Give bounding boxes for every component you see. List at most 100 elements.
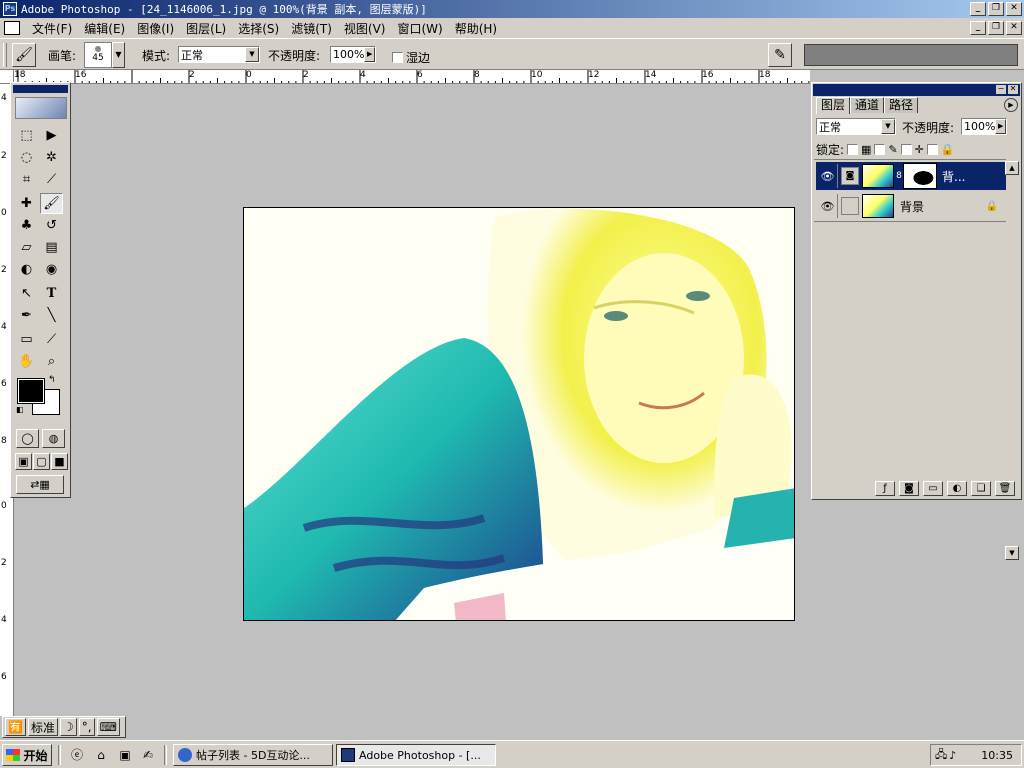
palette-minimize-button[interactable]: − bbox=[996, 85, 1006, 94]
doc-restore-button[interactable]: ❐ bbox=[988, 21, 1004, 35]
palette-close-button[interactable]: ✕ bbox=[1008, 85, 1018, 94]
history-brush-tool-icon[interactable]: ↺ bbox=[40, 215, 63, 236]
wet-edges-option[interactable]: 湿边 bbox=[392, 49, 430, 66]
screen-mode-menu-icon[interactable]: ▢ bbox=[33, 453, 50, 470]
clone-stamp-tool-icon[interactable]: ♣ bbox=[15, 215, 38, 236]
blur-tool-icon[interactable]: ◐ bbox=[15, 259, 38, 280]
internet-explorer-icon[interactable]: ⓔ bbox=[68, 746, 86, 764]
path-selection-tool-icon[interactable]: ↖ bbox=[15, 283, 38, 304]
eraser-tool-icon[interactable]: ▱ bbox=[15, 237, 38, 258]
menu-layer[interactable]: 图层(L) bbox=[180, 20, 232, 37]
chevron-down-icon[interactable]: ▼ bbox=[245, 47, 259, 62]
layer-opacity-input[interactable]: 100% ▶ bbox=[961, 118, 1007, 135]
desktop-icon[interactable]: ▣ bbox=[116, 746, 134, 764]
document-icon[interactable] bbox=[4, 21, 20, 35]
brush-tool-icon[interactable]: 🖌 bbox=[40, 193, 63, 214]
hand-tool-icon[interactable]: ✋ bbox=[15, 351, 38, 372]
layer-link-cell[interactable] bbox=[841, 197, 859, 215]
layer-style-icon[interactable]: ƒ bbox=[875, 481, 895, 496]
magic-wand-tool-icon[interactable]: ✲ bbox=[40, 147, 63, 168]
airbrush-toggle-icon[interactable]: ✎ bbox=[768, 43, 792, 67]
standard-mode-icon[interactable]: ◯ bbox=[16, 429, 39, 448]
marquee-tool-icon[interactable]: ⬚ bbox=[15, 125, 38, 146]
brush-dropdown-arrow[interactable]: ▼ bbox=[112, 42, 125, 68]
adjustment-layer-icon[interactable]: ◐ bbox=[947, 481, 967, 496]
jump-to-imageready-icon[interactable]: ⇄▦ bbox=[16, 475, 64, 494]
quick-mask-mode-icon[interactable]: ◍ bbox=[42, 429, 65, 448]
notepad-icon[interactable]: ✍ bbox=[139, 746, 157, 764]
pen-tool-icon[interactable]: ✒ bbox=[15, 305, 38, 326]
network-icon[interactable]: ⌂ bbox=[92, 746, 110, 764]
trash-icon[interactable]: 🗑 bbox=[995, 481, 1015, 496]
layers-title-bar[interactable]: − ✕ bbox=[813, 84, 1020, 96]
mode-select[interactable]: 正常 ▼ bbox=[178, 46, 260, 63]
line-tool-icon[interactable]: ╲ bbox=[40, 305, 63, 326]
healing-brush-tool-icon[interactable]: ✚ bbox=[15, 193, 38, 214]
tab-layers[interactable]: 图层 bbox=[816, 97, 851, 114]
layers-scrollbar[interactable]: ▲ ▼ bbox=[1005, 161, 1019, 561]
scroll-down-icon[interactable]: ▼ bbox=[1005, 546, 1019, 560]
scroll-up-icon[interactable]: ▲ bbox=[1005, 161, 1019, 175]
foreground-color-swatch[interactable] bbox=[17, 378, 45, 404]
ime-logo-icon[interactable]: 🈶 bbox=[5, 718, 26, 736]
notes-tool-icon[interactable]: ▭ bbox=[15, 329, 38, 350]
palette-well[interactable] bbox=[804, 44, 1018, 66]
type-tool-icon[interactable]: T bbox=[40, 283, 63, 304]
default-colors-icon[interactable]: ◧ bbox=[16, 405, 24, 414]
eye-icon[interactable]: 👁 bbox=[818, 164, 838, 188]
move-tool-icon[interactable]: ▶ bbox=[40, 125, 63, 146]
brush-tool-preset-icon[interactable]: 🖌 bbox=[12, 43, 36, 67]
lasso-tool-icon[interactable]: ◌ bbox=[15, 147, 38, 168]
new-layer-icon[interactable]: ❏ bbox=[971, 481, 991, 496]
punctuation-icon[interactable]: °, bbox=[78, 718, 95, 736]
image-canvas[interactable] bbox=[243, 207, 795, 621]
horizontal-ruler[interactable]: 18 16 2 0 2 4 6 8 10 12 14 16 18 bbox=[14, 70, 810, 84]
swap-colors-icon[interactable]: ↰ bbox=[48, 375, 56, 385]
clock[interactable]: 10:35 bbox=[981, 749, 1013, 762]
menu-edit[interactable]: 编辑(E) bbox=[78, 20, 131, 37]
minimize-button[interactable]: _ bbox=[970, 2, 986, 16]
menu-help[interactable]: 帮助(H) bbox=[449, 20, 503, 37]
chevron-down-icon[interactable]: ▼ bbox=[881, 119, 895, 134]
opacity-input[interactable]: 100% ▶ bbox=[330, 46, 376, 63]
layer-mask-thumbnail[interactable] bbox=[903, 163, 937, 189]
slice-tool-icon[interactable]: ⟋ bbox=[40, 169, 63, 190]
layer-row-background[interactable]: 👁 背景 🔒 bbox=[816, 192, 1006, 220]
chevron-right-icon[interactable]: ▶ bbox=[995, 119, 1006, 134]
menu-image[interactable]: 图像(I) bbox=[131, 20, 180, 37]
doc-minimize-button[interactable]: _ bbox=[970, 21, 986, 35]
eyedropper-tool-icon[interactable]: ⟋ bbox=[40, 329, 63, 350]
ime-mode-button[interactable]: 标准 bbox=[27, 718, 58, 736]
lock-position-checkbox[interactable] bbox=[900, 144, 912, 155]
soft-keyboard-icon[interactable]: ⌨ bbox=[96, 718, 120, 736]
menu-filter[interactable]: 滤镜(T) bbox=[285, 20, 338, 37]
zoom-tool-icon[interactable]: ⌕ bbox=[40, 351, 63, 372]
title-bar[interactable]: Ps Adobe Photoshop - [24_1146006_1.jpg @… bbox=[0, 0, 1024, 18]
layer-row-background-copy[interactable]: 👁 ◙ 8 背... bbox=[816, 162, 1006, 190]
gradient-tool-icon[interactable]: ▤ bbox=[40, 237, 63, 258]
half-width-moon-icon[interactable]: ☽ bbox=[59, 718, 77, 736]
menu-select[interactable]: 选择(S) bbox=[232, 20, 285, 37]
dodge-tool-icon[interactable]: ◉ bbox=[40, 259, 63, 280]
task-photoshop-window[interactable]: Adobe Photoshop - [... bbox=[336, 744, 496, 766]
close-button[interactable]: ✕ bbox=[1006, 2, 1022, 16]
tab-channels[interactable]: 通道 bbox=[850, 97, 885, 113]
add-mask-icon[interactable]: ◙ bbox=[899, 481, 919, 496]
tab-paths[interactable]: 路径 bbox=[884, 97, 919, 113]
menu-view[interactable]: 视图(V) bbox=[338, 20, 392, 37]
lock-pixels-checkbox[interactable] bbox=[874, 144, 886, 155]
lock-all-checkbox[interactable] bbox=[926, 144, 938, 155]
crop-tool-icon[interactable]: ⌗ bbox=[15, 169, 38, 190]
volume-tray-icon[interactable]: ♪ bbox=[949, 749, 956, 762]
screen-mode-standard-icon[interactable]: ▣ bbox=[15, 453, 32, 470]
menu-window[interactable]: 窗口(W) bbox=[391, 20, 448, 37]
palette-menu-icon[interactable]: ▶ bbox=[1004, 98, 1018, 112]
brush-preview[interactable]: 45 bbox=[84, 42, 112, 68]
link-chain-icon[interactable]: 8 bbox=[894, 171, 904, 181]
toolbox-title-bar[interactable] bbox=[13, 85, 68, 93]
blend-mode-select[interactable]: 正常 ▼ bbox=[816, 118, 896, 135]
wet-edges-checkbox[interactable] bbox=[392, 52, 403, 63]
eye-icon[interactable]: 👁 bbox=[818, 194, 838, 218]
options-grip[interactable] bbox=[3, 43, 7, 67]
layer-mask-active-icon[interactable]: ◙ bbox=[841, 167, 859, 185]
